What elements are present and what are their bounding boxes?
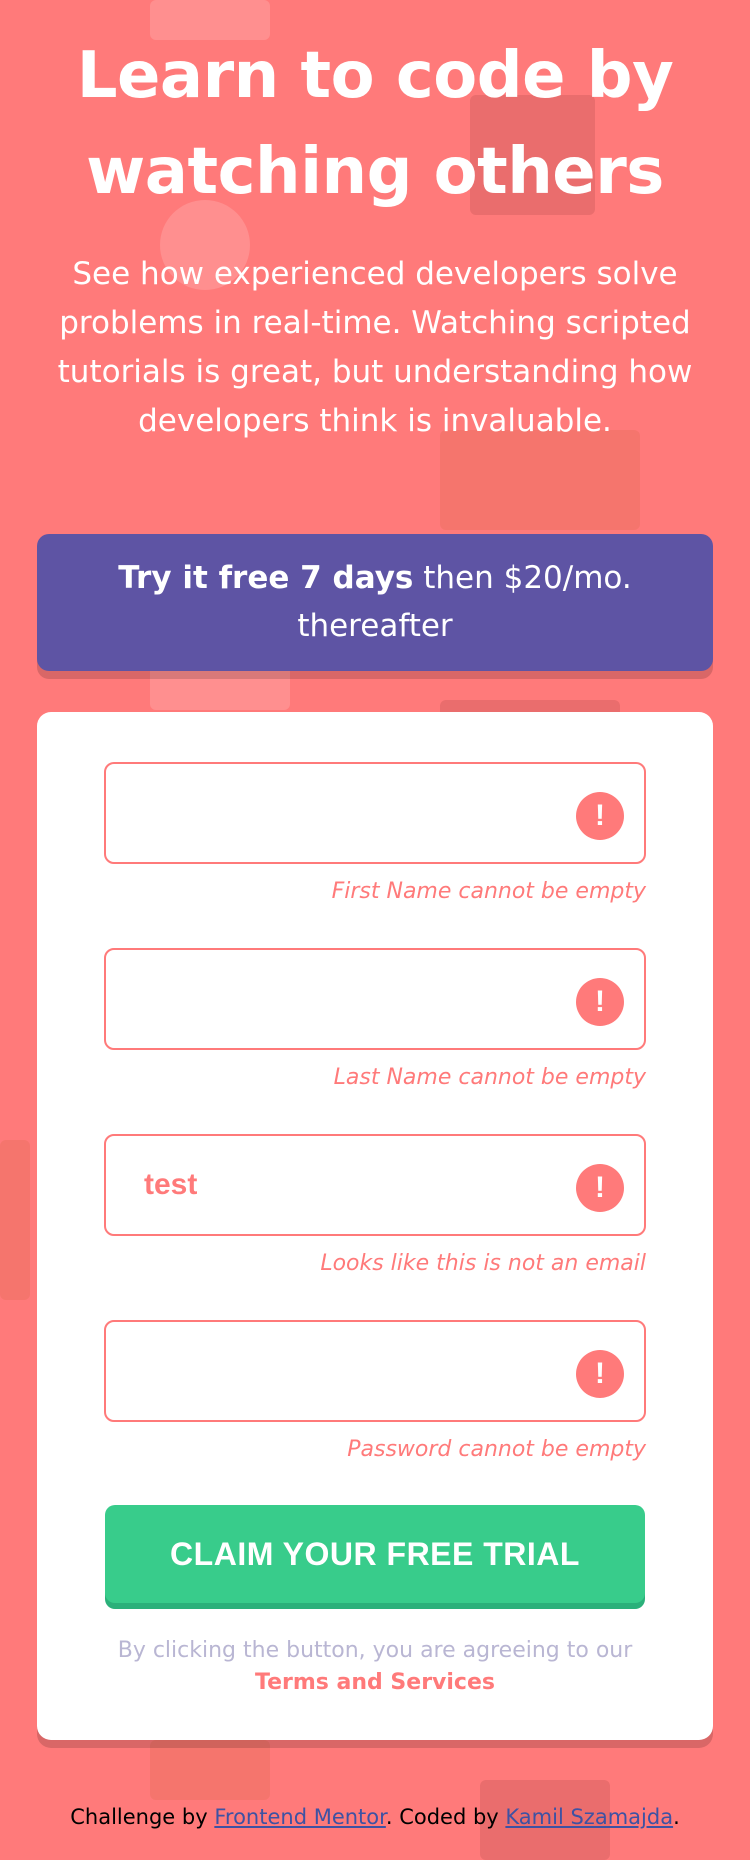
footer-suffix: . <box>673 1805 680 1829</box>
signup-form: ! First Name cannot be empty ! Last Name… <box>37 712 713 1740</box>
email-input[interactable] <box>144 1136 544 1234</box>
last-name-input-box: ! <box>104 948 646 1050</box>
hero-title-line1: Learn to code by <box>76 39 674 113</box>
frontend-mentor-link[interactable]: Frontend Mentor <box>214 1805 386 1829</box>
terms-notice: By clicking the button, you are agreeing… <box>37 1635 713 1699</box>
promo-bold: Try it free 7 days <box>118 560 414 596</box>
email-input-box: ! <box>104 1134 646 1236</box>
email-field: ! Looks like this is not an email <box>104 1134 646 1278</box>
email-error: Looks like this is not an email <box>320 1251 646 1276</box>
last-name-error: Last Name cannot be empty <box>333 1065 646 1090</box>
last-name-input[interactable] <box>144 950 544 1048</box>
claim-trial-button[interactable]: CLAIM YOUR FREE TRIAL <box>105 1505 645 1603</box>
footer-middle: . Coded by <box>385 1805 506 1829</box>
terms-link[interactable]: Terms and Services <box>37 1667 713 1699</box>
error-icon: ! <box>576 792 624 840</box>
first-name-input[interactable] <box>144 764 544 862</box>
error-icon: ! <box>576 978 624 1026</box>
attribution-footer: Challenge by Frontend Mentor. Coded by K… <box>0 1802 750 1832</box>
error-icon: ! <box>576 1164 624 1212</box>
last-name-field: ! Last Name cannot be empty <box>104 948 646 1092</box>
password-input[interactable] <box>144 1322 544 1420</box>
terms-prefix: By clicking the button, you are agreeing… <box>117 1638 633 1663</box>
first-name-error: First Name cannot be empty <box>331 879 646 904</box>
password-input-box: ! <box>104 1320 646 1422</box>
first-name-field: ! First Name cannot be empty <box>104 762 646 906</box>
hero-title-line2: watching others <box>86 135 664 209</box>
error-icon: ! <box>576 1350 624 1398</box>
hero-title: Learn to code by watching others <box>60 28 690 220</box>
first-name-input-box: ! <box>104 762 646 864</box>
footer-prefix: Challenge by <box>70 1805 215 1829</box>
password-field: ! Password cannot be empty <box>104 1320 646 1464</box>
promo-banner: Try it free 7 days then $20/mo. thereaft… <box>37 534 713 671</box>
hero-description: See how experienced developers solve pro… <box>57 256 693 439</box>
author-link[interactable]: Kamil Szamajda <box>505 1805 673 1829</box>
password-error: Password cannot be empty <box>347 1437 646 1462</box>
